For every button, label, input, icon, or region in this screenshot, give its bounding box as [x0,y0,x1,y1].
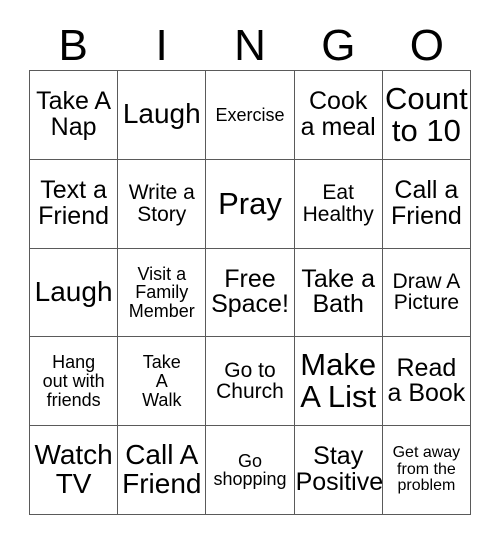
bingo-cell-r5c4[interactable]: Stay Positive [294,426,383,515]
bingo-cell-r1c3[interactable]: Exercise [206,71,295,160]
bingo-cell-r1c5[interactable]: Count to 10 [382,71,471,160]
bingo-cell-label: Free Space! [211,264,289,319]
bingo-cell-label: Hang out with friends [42,352,105,410]
bingo-cell-label: Count to 10 [385,80,468,148]
bingo-cell-label: Call A Friend [122,439,202,500]
bingo-cell-label: Visit a Family Member [128,263,195,321]
bingo-cell-label: Cook a meal [300,87,376,141]
bingo-cell-label: Take A Walk [142,352,182,410]
bingo-cell-r5c1[interactable]: Watch TV [30,426,119,515]
bingo-cell-r3c2[interactable]: Visit a Family Member [118,248,207,338]
bingo-cell-label: Text a Friend [38,175,110,230]
bingo-cell-r3c1[interactable]: Laugh [30,248,119,338]
bingo-cell-label: Pray [218,185,282,221]
bingo-cell-label: Laugh [34,276,113,308]
bingo-cell-label: Take a Bath [301,264,376,319]
bingo-cell-label: Call a Friend [390,175,462,230]
bingo-cell-label: Draw A Picture [392,269,461,315]
bingo-cell-r3c4[interactable]: Take a Bath [294,248,383,338]
bingo-cell-label: Laugh [122,98,201,130]
bingo-cell-r2c3[interactable]: Pray [206,159,295,249]
bingo-cell-free-space[interactable]: Free Space! [206,248,295,338]
bingo-cell-r5c2[interactable]: Call A Friend [118,426,207,515]
bingo-header-letter-g: G [321,21,356,70]
bingo-cell-r1c4[interactable]: Cook a meal [294,71,383,160]
bingo-cell-label: Go to Church [216,358,284,404]
bingo-grid: Take A Nap Laugh Exercise Cook a meal Co… [29,70,471,515]
bingo-header-letter-o: O [409,21,444,70]
bingo-cell-r4c3[interactable]: Go to Church [206,337,295,427]
bingo-cell-r5c5[interactable]: Get away from the problem [382,426,471,515]
bingo-header-letter-i: I [155,21,168,70]
bingo-header-row: B I N G O [29,12,471,70]
bingo-cell-r2c2[interactable]: Write a Story [118,159,207,249]
bingo-cell-label: Watch TV [34,439,113,500]
bingo-cell-label: Read a Book [387,353,466,408]
bingo-cell-label: Write a Story [128,181,195,226]
bingo-cell-r4c1[interactable]: Hang out with friends [30,337,119,427]
bingo-cell-r4c5[interactable]: Read a Book [382,337,471,427]
bingo-cell-r1c2[interactable]: Laugh [118,71,207,160]
bingo-cell-label: Stay Positive [295,442,383,497]
bingo-cell-label: Get away from the problem [392,444,461,495]
bingo-cell-label: Take A Nap [36,87,112,141]
bingo-cell-r4c2[interactable]: Take A Walk [118,337,207,427]
bingo-cell-r5c3[interactable]: Go shopping [206,426,295,515]
bingo-cell-r1c1[interactable]: Take A Nap [30,71,119,160]
bingo-cell-r2c1[interactable]: Text a Friend [30,159,119,249]
bingo-cell-label: Make A List [300,347,377,415]
bingo-cell-r4c4[interactable]: Make A List [294,337,383,427]
bingo-header-letter-n: N [234,21,266,70]
bingo-cell-label: Go shopping [213,450,287,490]
bingo-cell-label: Eat Healthy [302,181,374,226]
bingo-card: B I N G O Take A Nap Laugh Exercise Cook… [0,0,500,544]
bingo-cell-r3c5[interactable]: Draw A Picture [382,248,471,338]
bingo-cell-r2c5[interactable]: Call a Friend [382,159,471,249]
bingo-cell-r2c4[interactable]: Eat Healthy [294,159,383,249]
bingo-header-letter-b: B [58,21,88,70]
bingo-cell-label: Exercise [215,104,285,125]
